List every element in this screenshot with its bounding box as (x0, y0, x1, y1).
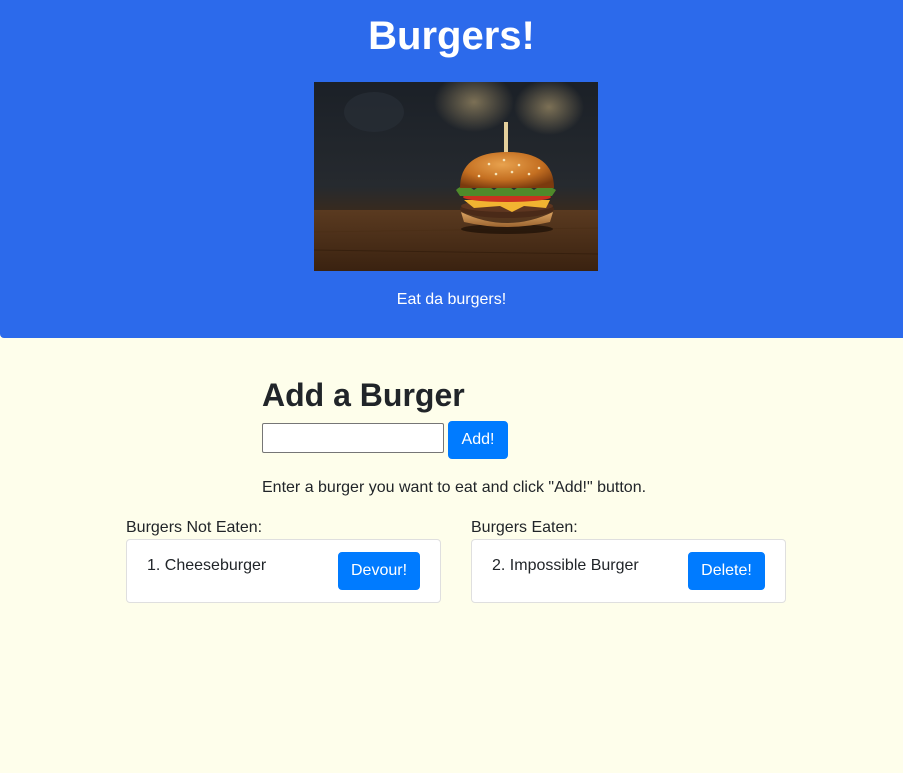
add-burger-button[interactable]: Add! (448, 421, 508, 459)
add-burger-heading: Add a Burger (262, 377, 465, 413)
not-eaten-item-text: 1. Cheeseburger (147, 557, 267, 574)
burger-name-input[interactable] (262, 423, 444, 453)
delete-button[interactable]: Delete! (688, 552, 765, 590)
tagline: Eat da burgers! (396, 291, 507, 308)
not-eaten-label: Burgers Not Eaten: (126, 519, 263, 536)
eaten-card: 2. Impossible Burger Delete! (471, 539, 786, 603)
help-text: Enter a burger you want to eat and click… (262, 479, 647, 496)
eaten-label: Burgers Eaten: (471, 519, 578, 536)
eaten-item-text: 2. Impossible Burger (492, 557, 639, 574)
header-jumbotron: Burgers! Eat da burgers! (0, 0, 903, 338)
devour-button[interactable]: Devour! (338, 552, 420, 590)
burger-photo (314, 82, 598, 271)
page-title: Burgers! (368, 14, 535, 58)
not-eaten-card: 1. Cheeseburger Devour! (126, 539, 441, 603)
